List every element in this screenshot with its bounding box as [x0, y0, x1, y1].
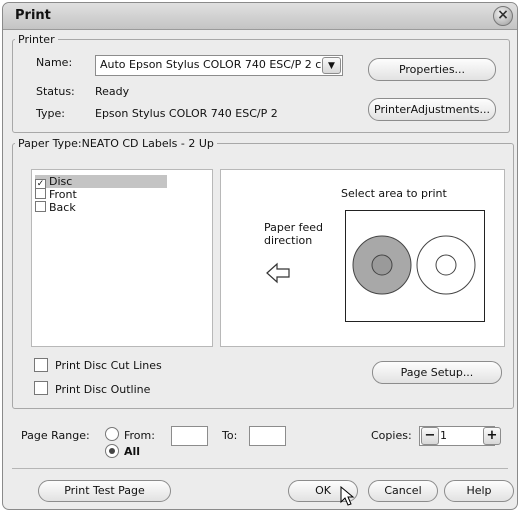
to-input[interactable] [249, 426, 286, 446]
list-item-back[interactable]: Back [35, 201, 76, 214]
left-arrow-icon [266, 262, 290, 284]
page-range-label: Page Range: [21, 429, 90, 442]
cancel-button[interactable]: Cancel [368, 480, 438, 502]
printer-status-value: Ready [95, 85, 130, 98]
chevron-down-icon[interactable]: ▼ [322, 57, 341, 74]
disc-label-right[interactable] [416, 235, 476, 295]
print-outline-label: Print Disc Outline [55, 383, 151, 396]
list-item-label: Front [49, 188, 77, 201]
paper-feed-text-line2: direction [264, 234, 313, 247]
to-label: To: [222, 429, 238, 442]
properties-button[interactable]: Properties... [368, 58, 496, 81]
front-checkbox[interactable] [35, 188, 46, 199]
label-sheet [345, 210, 485, 322]
printer-type-value: Epson Stylus COLOR 740 ESC/P 2 [95, 107, 278, 120]
title-bar: Print × [3, 3, 517, 30]
printer-adjustments-button[interactable]: PrinterAdjustments... [368, 98, 496, 121]
back-checkbox[interactable] [35, 201, 46, 212]
mouse-cursor-icon [340, 486, 355, 506]
from-input[interactable] [171, 426, 208, 446]
printer-type-label: Type: [36, 107, 65, 120]
list-item-label: Disc [49, 175, 73, 188]
print-preview: Select area to print Paper feed directio… [220, 169, 505, 347]
close-icon[interactable]: × [493, 6, 513, 26]
printer-name-label: Name: [36, 56, 73, 69]
page-setup-button[interactable]: Page Setup... [372, 361, 502, 384]
footer-divider [12, 468, 508, 469]
all-label: All [124, 445, 141, 458]
printer-status-label: Status: [36, 85, 75, 98]
printer-name-value: Auto Epson Stylus COLOR 740 ESC/P 2 c [100, 58, 322, 71]
paper-feed-text-line1: Paper feed [264, 221, 324, 234]
print-cut-lines-checkbox[interactable] [34, 358, 48, 372]
paper-type-legend: Paper Type:NEATO CD Labels - 2 Up [18, 137, 214, 150]
print-outline-checkbox[interactable] [34, 381, 48, 395]
print-test-page-button[interactable]: Print Test Page [38, 480, 171, 502]
list-item-front[interactable]: Front [35, 188, 77, 201]
dialog-title: Print [15, 8, 51, 23]
copies-decrement-button[interactable]: − [421, 427, 439, 445]
from-radio[interactable] [105, 427, 119, 441]
copies-increment-button[interactable]: + [483, 427, 501, 445]
select-area-text: Select area to print [341, 187, 447, 200]
from-label: From: [124, 429, 155, 442]
print-dialog: Print × Printer Name: Auto Epson Stylus … [2, 2, 518, 510]
all-radio[interactable] [105, 444, 119, 458]
list-item-label: Back [49, 201, 76, 214]
label-area-list: ✓ Disc Front Back [31, 169, 213, 347]
printer-legend: Printer [18, 33, 55, 46]
printer-name-select[interactable]: Auto Epson Stylus COLOR 740 ESC/P 2 c ▼ [95, 55, 343, 76]
list-item-disc[interactable]: ✓ Disc [35, 175, 167, 190]
copies-label: Copies: [371, 429, 412, 442]
help-button[interactable]: Help [444, 480, 514, 502]
disc-label-left[interactable] [352, 235, 412, 295]
print-cut-lines-label: Print Disc Cut Lines [55, 359, 162, 372]
